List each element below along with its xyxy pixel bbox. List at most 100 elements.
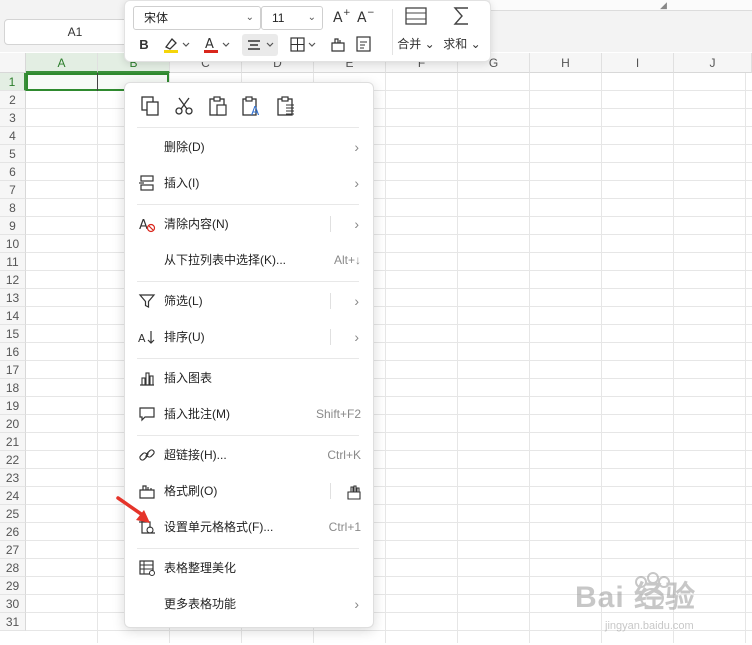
paste-text-icon[interactable]: A xyxy=(239,95,265,121)
row-header[interactable]: 24 xyxy=(0,487,26,505)
row-header[interactable]: 1 xyxy=(0,73,26,91)
clipboard-row: A xyxy=(125,91,375,125)
row-header[interactable]: 12 xyxy=(0,271,26,289)
column-header-j[interactable]: J xyxy=(674,53,752,73)
align-button[interactable] xyxy=(242,34,278,56)
row-header[interactable]: 26 xyxy=(0,523,26,541)
menu-item-label: 超链接(H)... xyxy=(164,448,227,462)
menu-item-label: 表格整理美化 xyxy=(164,561,237,575)
menu-item-table-beautify[interactable]: 表格整理美化 xyxy=(125,552,375,584)
chevron-down-icon: ⌄ xyxy=(245,12,254,23)
menu-item-filter[interactable]: 筛选(L) › xyxy=(125,285,375,317)
row-header[interactable]: 22 xyxy=(0,451,26,469)
menu-item-pick-from-list[interactable]: 从下拉列表中选择(K)... Alt+↓ xyxy=(125,244,375,276)
menu-item-label: 筛选(L) xyxy=(164,294,203,308)
column-header-a[interactable]: A xyxy=(26,53,98,73)
submenu-divider xyxy=(330,293,331,309)
row-header[interactable]: 31 xyxy=(0,613,26,631)
chart-icon xyxy=(137,369,157,387)
row-header[interactable]: 8 xyxy=(0,199,26,217)
chevron-right-icon: › xyxy=(354,139,359,155)
row-header[interactable]: 10 xyxy=(0,235,26,253)
copy-icon[interactable] xyxy=(137,95,163,121)
menu-item-label: 插入(I) xyxy=(164,176,200,190)
resize-handle-icon[interactable]: ◢ xyxy=(660,0,667,11)
cut-icon[interactable] xyxy=(171,95,197,121)
cell-format-icon[interactable] xyxy=(353,34,375,56)
sum-button[interactable]: 求和 ⌄ xyxy=(439,5,485,59)
row-header[interactable]: 11 xyxy=(0,253,26,271)
row-header[interactable]: 18 xyxy=(0,379,26,397)
menu-item-hyperlink[interactable]: 超链接(H)... Ctrl+K xyxy=(125,439,375,471)
chevron-right-icon: › xyxy=(354,175,359,191)
row-header[interactable]: 4 xyxy=(0,127,26,145)
menu-item-more-table-features[interactable]: 更多表格功能 › xyxy=(125,588,375,620)
font-color-button[interactable]: A xyxy=(201,34,231,56)
comment-icon xyxy=(137,405,157,423)
menu-item-label: 删除(D) xyxy=(164,140,205,154)
menu-item-insert[interactable]: 插入(I) › xyxy=(125,167,375,199)
menu-item-insert-chart[interactable]: 插入图表 xyxy=(125,362,375,394)
row-header[interactable]: 7 xyxy=(0,181,26,199)
menu-item-format-cells[interactable]: 设置单元格格式(F)... Ctrl+1 xyxy=(125,511,375,543)
row-header[interactable]: 14 xyxy=(0,307,26,325)
baidu-jingyan-watermark: Bai 经验 jingyan.baidu.com xyxy=(575,566,750,642)
row-header[interactable]: 21 xyxy=(0,433,26,451)
font-size-select[interactable]: 11 ⌄ xyxy=(261,6,323,30)
format-painter-lock-icon[interactable] xyxy=(345,475,363,507)
menu-item-format-painter[interactable]: 格式刷(O) xyxy=(125,475,375,507)
row-header[interactable]: 19 xyxy=(0,397,26,415)
submenu-divider xyxy=(330,216,331,232)
border-button[interactable] xyxy=(287,34,319,56)
decrease-font-icon[interactable]: A − xyxy=(355,7,375,29)
paste-special-icon[interactable] xyxy=(273,95,299,121)
select-all-corner[interactable] xyxy=(0,53,26,73)
column-header-i[interactable]: I xyxy=(602,53,674,73)
menu-item-label: 排序(U) xyxy=(164,330,205,344)
table-beautify-icon xyxy=(137,559,157,577)
filter-icon xyxy=(137,292,157,310)
chevron-down-icon: ⌄ xyxy=(307,12,316,23)
mini-toolbar: 宋体 ⌄ 11 ⌄ A + A − B A 合并 ⌄ 求和 ⌄ xyxy=(124,0,491,62)
increase-font-icon[interactable]: A + xyxy=(331,7,351,29)
row-header[interactable]: 20 xyxy=(0,415,26,433)
chevron-right-icon: › xyxy=(354,596,359,612)
format-painter-icon[interactable] xyxy=(327,34,349,56)
row-header[interactable]: 16 xyxy=(0,343,26,361)
svg-text:A: A xyxy=(139,218,148,233)
column-header-h[interactable]: H xyxy=(530,53,602,73)
menu-item-sort[interactable]: A 排序(U) › xyxy=(125,321,375,353)
menu-item-clear-content[interactable]: A 清除内容(N) › xyxy=(125,208,375,240)
highlight-color-button[interactable] xyxy=(161,34,191,56)
paste-icon[interactable] xyxy=(205,95,231,121)
row-header[interactable]: 28 xyxy=(0,559,26,577)
row-header[interactable]: 30 xyxy=(0,595,26,613)
menu-item-delete[interactable]: 删除(D) › xyxy=(125,131,375,163)
row-header[interactable]: 23 xyxy=(0,469,26,487)
menu-item-label: 更多表格功能 xyxy=(164,597,237,611)
row-header[interactable]: 6 xyxy=(0,163,26,181)
font-size-value: 11 xyxy=(272,11,285,25)
merge-button[interactable]: 合并 ⌄ xyxy=(393,5,439,59)
menu-item-label: 清除内容(N) xyxy=(164,217,229,231)
row-header[interactable]: 17 xyxy=(0,361,26,379)
menu-item-label: 插入图表 xyxy=(164,371,213,385)
row-header[interactable]: 3 xyxy=(0,109,26,127)
row-header[interactable]: 2 xyxy=(0,91,26,109)
bold-button[interactable]: B xyxy=(135,34,153,56)
row-header[interactable]: 29 xyxy=(0,577,26,595)
row-header[interactable]: 13 xyxy=(0,289,26,307)
formula-input-edge[interactable] xyxy=(490,0,752,11)
menu-item-insert-comment[interactable]: 插入批注(M) Shift+F2 xyxy=(125,398,375,430)
svg-text:+: + xyxy=(343,8,350,18)
submenu-divider xyxy=(330,329,331,345)
row-header[interactable]: 25 xyxy=(0,505,26,523)
font-name-value: 宋体 xyxy=(144,11,169,25)
row-header[interactable]: 27 xyxy=(0,541,26,559)
row-header[interactable]: 5 xyxy=(0,145,26,163)
sum-icon xyxy=(439,5,485,35)
sum-label: 求和 xyxy=(443,37,468,51)
font-name-select[interactable]: 宋体 ⌄ xyxy=(133,6,261,30)
row-header[interactable]: 9 xyxy=(0,217,26,235)
row-header[interactable]: 15 xyxy=(0,325,26,343)
